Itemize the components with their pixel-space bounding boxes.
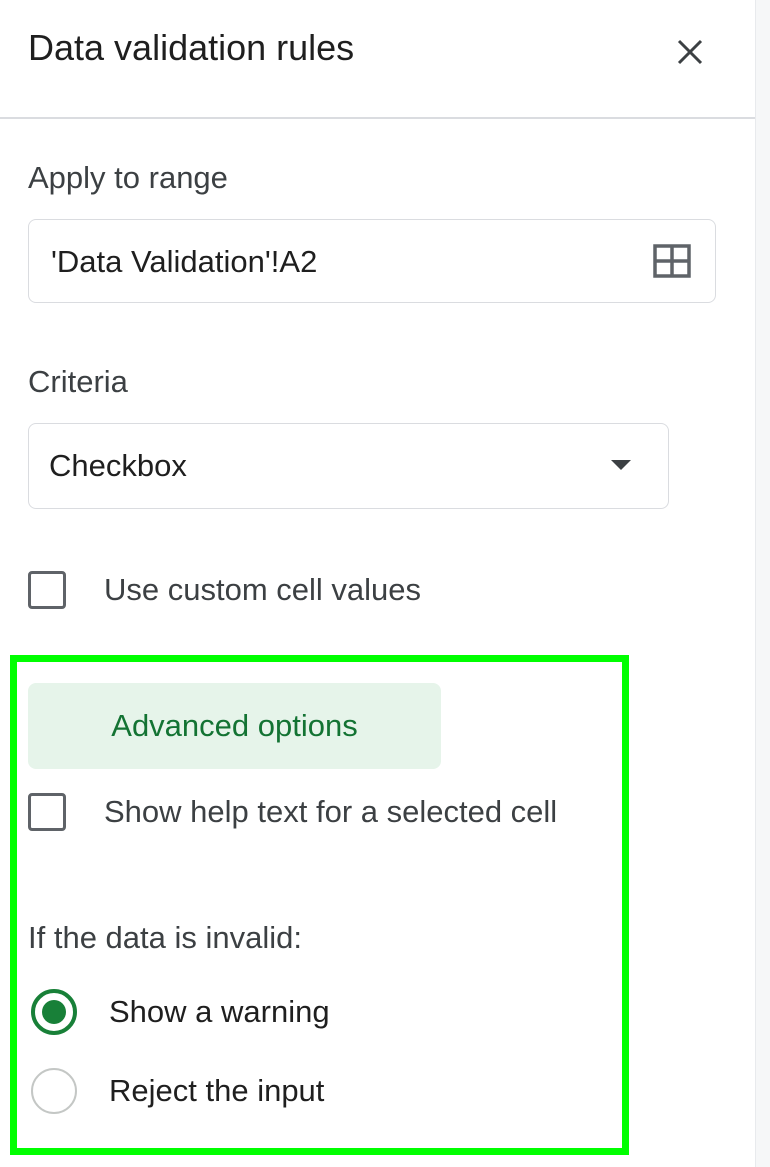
highlight-frame: [10, 655, 629, 1155]
dropdown-arrow-icon: [611, 460, 631, 470]
criteria-value: Checkbox: [49, 448, 187, 483]
range-value: 'Data Validation'!A2: [51, 244, 318, 279]
panel-header: Data validation rules: [0, 0, 755, 119]
close-button[interactable]: [668, 30, 712, 74]
custom-values-label: Use custom cell values: [104, 572, 422, 607]
data-validation-panel: Data validation rules Apply to range 'Da…: [0, 0, 770, 1167]
panel-edge: [755, 0, 770, 1167]
close-icon: [677, 39, 703, 65]
panel-title: Data validation rules: [28, 27, 355, 68]
grid-select-icon[interactable]: [653, 244, 691, 278]
criteria-select[interactable]: Checkbox: [28, 423, 669, 509]
criteria-label: Criteria: [28, 364, 128, 399]
range-input[interactable]: 'Data Validation'!A2: [28, 219, 716, 303]
custom-values-checkbox-row[interactable]: Use custom cell values: [28, 570, 421, 610]
custom-values-checkbox[interactable]: [28, 571, 66, 609]
range-label: Apply to range: [28, 160, 228, 195]
